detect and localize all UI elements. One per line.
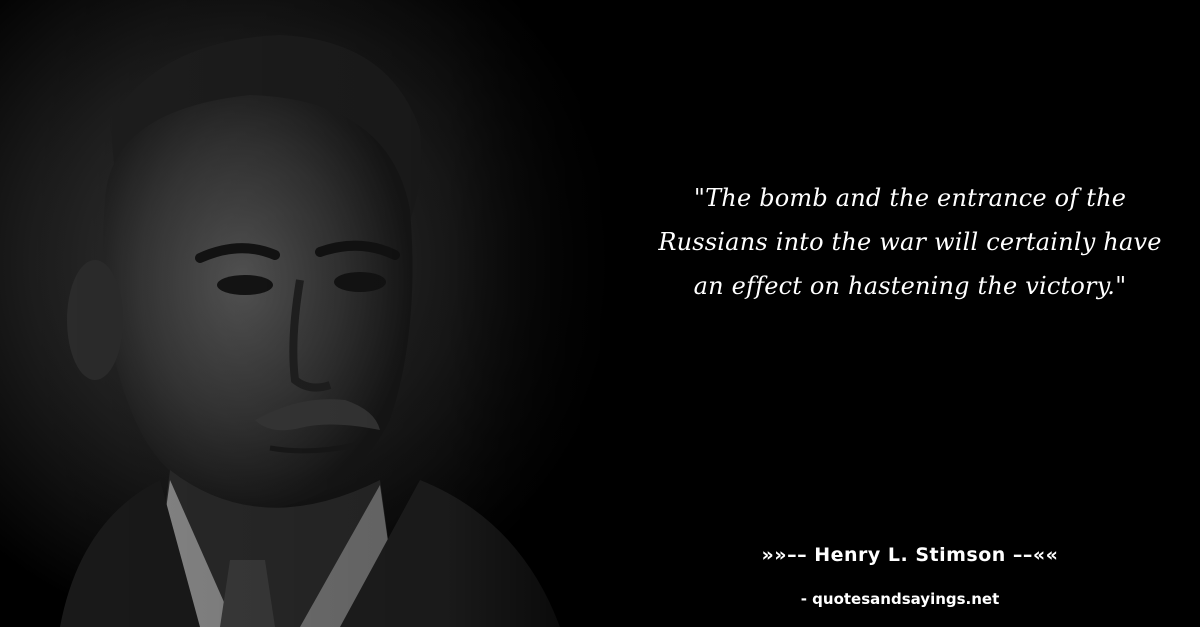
- quote-text: "The bomb and the entrance of the Russia…: [658, 184, 1162, 300]
- portrait-photo: [0, 0, 640, 627]
- source-watermark: - quotesandsayings.net: [800, 590, 1000, 608]
- quote-card: "The bomb and the entrance of the Russia…: [0, 0, 1200, 627]
- author-attribution: »»–– Henry L. Stimson ––««: [761, 544, 1059, 566]
